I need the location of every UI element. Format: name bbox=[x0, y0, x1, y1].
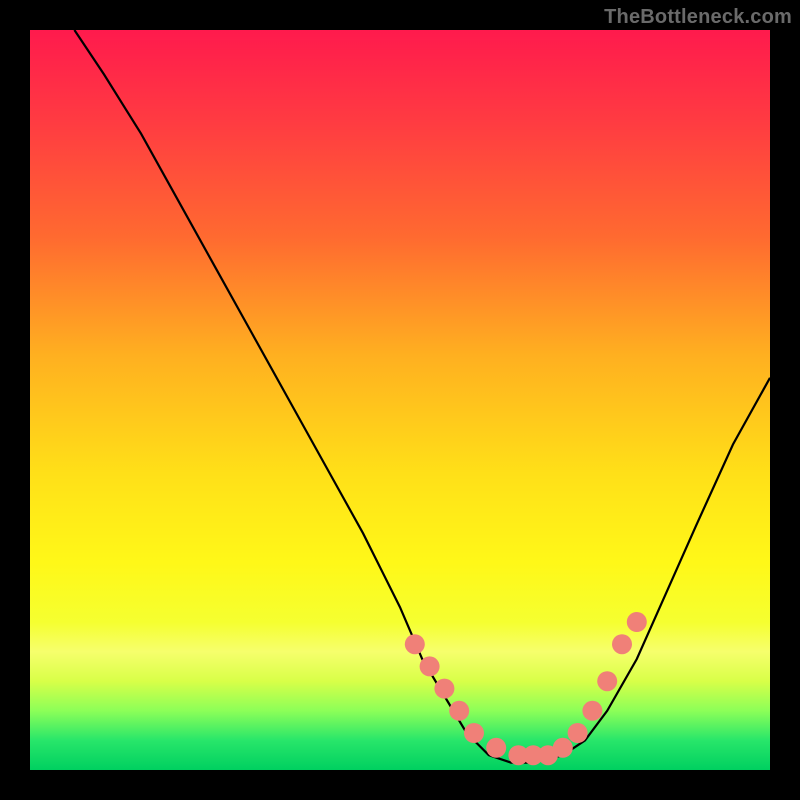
plot-area bbox=[30, 30, 770, 770]
marker-dot bbox=[627, 612, 647, 632]
marker-dot bbox=[405, 634, 425, 654]
watermark-text: TheBottleneck.com bbox=[604, 6, 792, 29]
marker-dot bbox=[449, 701, 469, 721]
bottleneck-curve bbox=[74, 30, 770, 763]
marker-dot bbox=[582, 701, 602, 721]
marker-dot bbox=[568, 723, 588, 743]
marker-dot bbox=[612, 634, 632, 654]
marker-dot bbox=[597, 671, 617, 691]
marker-dot bbox=[486, 738, 506, 758]
marker-dot bbox=[420, 656, 440, 676]
marker-dot bbox=[434, 679, 454, 699]
chart-svg bbox=[30, 30, 770, 770]
marker-dot bbox=[553, 738, 573, 758]
chart-frame: TheBottleneck.com bbox=[0, 0, 800, 800]
marker-group bbox=[405, 612, 647, 765]
marker-dot bbox=[464, 723, 484, 743]
